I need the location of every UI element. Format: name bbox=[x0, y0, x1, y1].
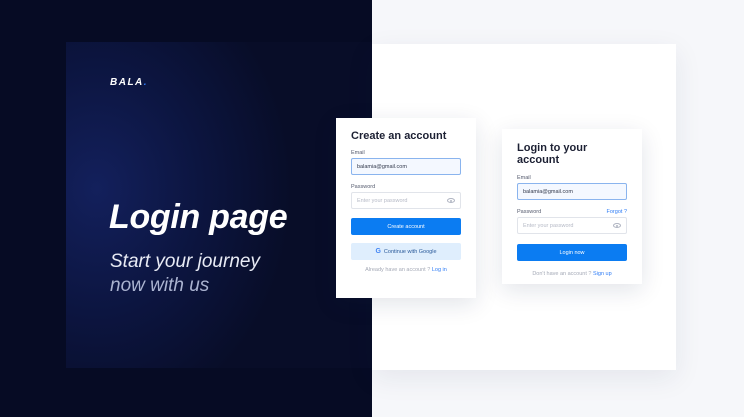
eye-icon[interactable] bbox=[613, 223, 621, 228]
signup-footer: Already have an account ? Log in bbox=[365, 267, 447, 273]
login-title: Login to your account bbox=[517, 142, 588, 166]
tagline-line-1: Start your journey bbox=[110, 251, 260, 272]
login-email-input[interactable]: balamia@gmail.com bbox=[517, 183, 627, 200]
signup-password-label: Password bbox=[351, 184, 376, 190]
signup-title: Create an account bbox=[351, 130, 447, 142]
tagline-line-2: now with us bbox=[110, 275, 210, 296]
login-password-label: Password Forgot ? bbox=[517, 209, 627, 215]
signup-link[interactable]: Sign up bbox=[593, 271, 612, 277]
google-icon: G bbox=[375, 248, 381, 255]
login-card: Login to your account Email balamia@gmai… bbox=[502, 129, 642, 284]
login-footer: Don't have an account ? Sign up bbox=[532, 271, 612, 277]
brand-logo: BALA. bbox=[110, 77, 149, 88]
signup-card: Create an account Email balamia@gmail.co… bbox=[336, 118, 476, 298]
signup-email-label: Email bbox=[351, 150, 365, 156]
login-now-button[interactable]: Login now bbox=[517, 244, 627, 261]
signup-email-input[interactable]: balamia@gmail.com bbox=[351, 158, 461, 175]
login-password-input[interactable]: Enter your password bbox=[517, 217, 627, 234]
google-signup-button[interactable]: G Continue with Google bbox=[351, 243, 461, 260]
hero-tagline: Start your journey now with us bbox=[110, 250, 260, 298]
eye-icon[interactable] bbox=[447, 198, 455, 203]
create-account-button[interactable]: Create account bbox=[351, 218, 461, 235]
login-link[interactable]: Log in bbox=[432, 267, 447, 273]
forgot-password-link[interactable]: Forgot ? bbox=[607, 209, 627, 215]
signup-password-input[interactable]: Enter your password bbox=[351, 192, 461, 209]
login-email-label: Email bbox=[517, 175, 531, 181]
hero-title: Login page bbox=[109, 198, 288, 236]
